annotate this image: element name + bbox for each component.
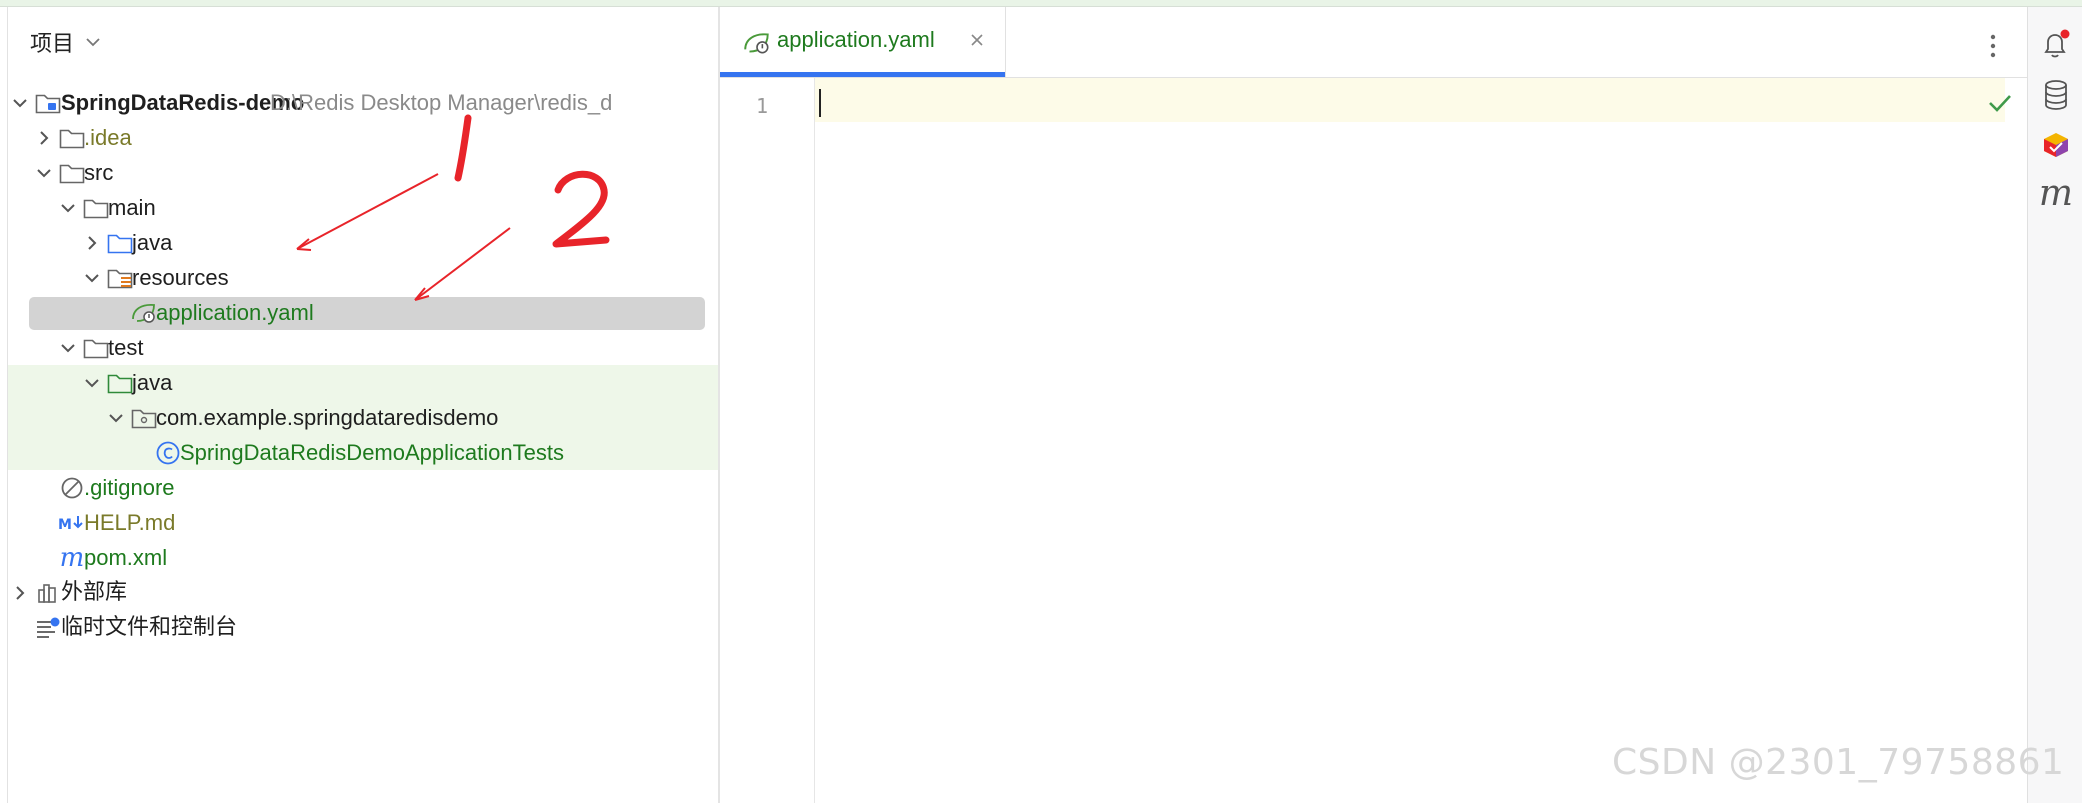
plugin-icon[interactable] xyxy=(2038,127,2074,163)
library-icon xyxy=(34,579,62,607)
tree-item-label: java xyxy=(132,230,173,255)
tree-item-label: test xyxy=(108,335,144,360)
chevron-down-icon[interactable] xyxy=(59,339,77,357)
tree-item-application-yaml[interactable]: application.yaml xyxy=(8,295,720,330)
maven-icon: m xyxy=(59,542,85,573)
source-folder-icon xyxy=(106,229,134,257)
text-caret xyxy=(819,89,821,117)
tree-item-label: SpringDataRedis-demo xyxy=(61,90,305,115)
tree-item-label: application.yaml xyxy=(156,300,314,325)
tree-item-idea[interactable]: .idea xyxy=(8,120,720,155)
editor-tab-bar: application.yaml xyxy=(720,7,2027,78)
tree-item-label: com.example.springdataredisdemo xyxy=(156,405,499,430)
class-icon xyxy=(154,439,182,467)
folder-icon xyxy=(82,194,110,222)
project-panel: 项目 SpringDataRedis-demo D:\Redis Desktop… xyxy=(7,7,720,803)
spring-yaml-icon xyxy=(130,299,158,327)
chevron-down-icon[interactable] xyxy=(11,94,29,112)
editor-tab-application-yaml[interactable]: application.yaml xyxy=(720,7,1006,77)
chevron-right-icon[interactable] xyxy=(83,234,101,252)
tree-item-label: 外部库 xyxy=(61,580,128,605)
project-panel-header: 项目 xyxy=(8,7,720,77)
svg-text:M: M xyxy=(58,517,72,533)
tree-item-label: resources xyxy=(132,265,229,290)
folder-icon xyxy=(82,334,110,362)
tab-label: application.yaml xyxy=(777,27,935,52)
chevron-down-icon[interactable] xyxy=(35,164,53,182)
project-panel-title[interactable]: 项目 xyxy=(30,26,74,58)
tree-item-label: HELP.md xyxy=(84,510,176,535)
tree-item-label: main xyxy=(108,195,156,220)
tree-item-test[interactable]: test xyxy=(8,330,720,365)
folder-icon xyxy=(58,159,86,187)
chevron-down-icon[interactable] xyxy=(59,199,77,217)
markdown-icon: M xyxy=(58,509,86,537)
line-number-gutter: 1 xyxy=(720,78,815,803)
folder-icon xyxy=(58,124,86,152)
tree-item-pom-xml[interactable]: m pom.xml xyxy=(8,540,720,575)
chevron-down-icon[interactable] xyxy=(83,374,101,392)
tree-item-label: SpringDataRedisDemoApplicationTests xyxy=(180,440,564,465)
chevron-right-icon[interactable] xyxy=(11,584,29,602)
chevron-right-icon[interactable] xyxy=(35,129,53,147)
tree-item-gitignore[interactable]: .gitignore xyxy=(8,470,720,505)
ignore-icon xyxy=(58,474,86,502)
project-path: D:\Redis Desktop Manager\redis_d xyxy=(270,90,613,115)
tree-item-label: pom.xml xyxy=(84,545,168,570)
maven-tool-icon[interactable]: m xyxy=(2038,173,2074,214)
scratch-icon xyxy=(34,614,62,642)
editor-area: application.yaml 1 xyxy=(720,7,2027,803)
tree-item-project-root[interactable]: SpringDataRedis-demo D:\Redis Desktop Ma… xyxy=(8,85,720,120)
tree-item-java-test[interactable]: java xyxy=(8,365,720,400)
tree-item-main[interactable]: main xyxy=(8,190,720,225)
active-tab-indicator xyxy=(720,72,1005,77)
tree-item-test-class[interactable]: SpringDataRedisDemoApplicationTests xyxy=(8,435,720,470)
tree-item-scratches[interactable]: 临时文件和控制台 xyxy=(8,610,720,645)
project-tree: SpringDataRedis-demo D:\Redis Desktop Ma… xyxy=(8,85,720,645)
database-icon[interactable] xyxy=(2038,77,2074,113)
notifications-bell-icon[interactable] xyxy=(2038,27,2074,63)
tree-item-resources[interactable]: resources xyxy=(8,260,720,295)
chevron-down-icon[interactable] xyxy=(84,33,102,51)
tree-item-label: java xyxy=(132,370,173,395)
module-folder-icon xyxy=(34,89,62,117)
tree-item-label: 临时文件和控制台 xyxy=(61,615,238,640)
chevron-down-icon[interactable] xyxy=(107,409,125,427)
tree-item-label: .idea xyxy=(84,125,132,150)
current-line-highlight[interactable] xyxy=(815,78,2005,122)
right-tool-strip: m xyxy=(2027,7,2082,803)
tree-item-help-md[interactable]: M HELP.md xyxy=(8,505,720,540)
watermark: CSDN @2301_79758861 xyxy=(1612,742,2065,783)
checkmark-icon[interactable] xyxy=(1987,92,2013,114)
tree-item-java-main[interactable]: java xyxy=(8,225,720,260)
tree-item-src[interactable]: src xyxy=(8,155,720,190)
tree-item-label: src xyxy=(84,160,114,185)
line-number: 1 xyxy=(756,94,769,118)
top-status-strip xyxy=(0,0,2082,7)
resources-folder-icon xyxy=(106,264,134,292)
test-folder-icon xyxy=(106,369,134,397)
tree-item-package[interactable]: com.example.springdataredisdemo xyxy=(8,400,720,435)
close-icon[interactable] xyxy=(968,31,986,49)
package-icon xyxy=(130,404,158,432)
tree-item-external-libraries[interactable]: 外部库 xyxy=(8,575,720,610)
more-options-icon[interactable] xyxy=(1988,33,1998,59)
tree-item-label: .gitignore xyxy=(84,475,175,500)
chevron-down-icon[interactable] xyxy=(83,269,101,287)
spring-yaml-icon xyxy=(742,29,772,57)
